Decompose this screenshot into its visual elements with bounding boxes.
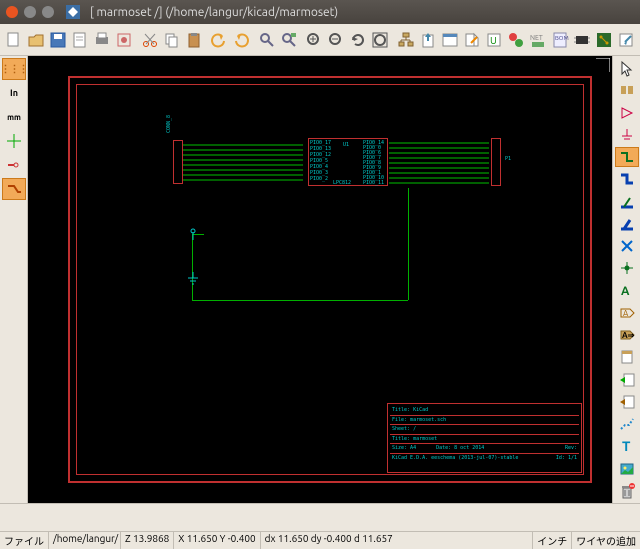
grid-toggle-icon[interactable]: ⋮⋮⋮ [2, 58, 26, 80]
status-mode: ワイヤの追加 [572, 532, 640, 549]
place-noconnect-icon[interactable] [615, 236, 639, 256]
place-junction-icon[interactable] [615, 258, 639, 278]
find-icon[interactable] [257, 28, 277, 52]
status-zoom: Z 13.9868 [121, 532, 174, 549]
svg-text:NET: NET [530, 34, 543, 42]
place-component-icon[interactable] [615, 103, 639, 123]
place-wire2bus-icon[interactable] [615, 192, 639, 212]
hidden-pins-icon[interactable] [2, 154, 26, 176]
place-power-icon[interactable] [615, 125, 639, 145]
units-mm-icon[interactable]: mm [2, 106, 26, 128]
wire [192, 240, 193, 272]
erc-icon[interactable] [506, 28, 526, 52]
chip-name: LPC812 [333, 180, 351, 186]
cursor-icon[interactable] [615, 58, 639, 78]
pcbnew-icon[interactable] [594, 28, 614, 52]
titlebar: [ marmoset /] (/home/langur/kicad/marmos… [0, 0, 640, 24]
svg-text:A: A [621, 285, 630, 298]
message-panel [0, 503, 640, 531]
right-toolbar: A A A⇒ T [612, 56, 640, 503]
import-sheetpin-icon[interactable] [615, 370, 639, 390]
connector-right-label: P1 [505, 156, 511, 162]
open-icon[interactable] [26, 28, 46, 52]
svg-text:T: T [622, 438, 631, 454]
title-block: Title: KiCad File: marmoset.sch Sheet: /… [387, 403, 582, 473]
power-gnd-icon [186, 272, 200, 286]
place-hierlabel-icon[interactable]: A⇒ [615, 325, 639, 345]
place-sheetpin-icon[interactable] [615, 392, 639, 412]
print-icon[interactable] [92, 28, 112, 52]
schematic-component: CONN_8 U1 LPC812 PIO0_17 PIO0_13 PIO0_12… [173, 136, 523, 188]
find-replace-icon[interactable] [279, 28, 299, 52]
svg-text:A⇒: A⇒ [622, 331, 635, 340]
schematic-canvas[interactable]: CONN_8 U1 LPC812 PIO0_17 PIO0_13 PIO0_12… [28, 56, 612, 503]
paste-icon[interactable] [184, 28, 204, 52]
page-settings-icon[interactable] [70, 28, 90, 52]
connector-left-label: CONN_8 [166, 115, 172, 133]
netlist-icon[interactable]: NET [528, 28, 548, 52]
cursor-shape-icon[interactable] [2, 130, 26, 152]
status-file-label: ファイル [0, 532, 49, 549]
plot-icon[interactable] [114, 28, 134, 52]
bom-icon[interactable]: BOM [550, 28, 570, 52]
zoom-in-icon[interactable] [304, 28, 324, 52]
maximize-icon[interactable] [42, 6, 54, 18]
zoom-redraw-icon[interactable] [348, 28, 368, 52]
status-bar: ファイル /home/langur/ Z 13.9868 X 11.650 Y … [0, 531, 640, 549]
new-icon[interactable] [4, 28, 24, 52]
units-inch-icon[interactable]: In [2, 82, 26, 104]
place-globallabel-icon[interactable]: A [615, 303, 639, 323]
cvpcb-icon[interactable] [572, 28, 592, 52]
place-sheet-icon[interactable] [615, 347, 639, 367]
place-netlabel-icon[interactable]: A [615, 281, 639, 301]
highlight-net-icon[interactable] [615, 80, 639, 100]
wire [408, 188, 409, 300]
status-unit: インチ [533, 532, 572, 549]
power-vcc-icon [186, 228, 200, 240]
status-dxy: dx 11.650 dy -0.400 d 11.657 [261, 532, 534, 549]
svg-text:BOM: BOM [555, 35, 569, 42]
redo-icon[interactable] [231, 28, 251, 52]
copy-icon[interactable] [162, 28, 182, 52]
save-icon[interactable] [48, 28, 68, 52]
library-editor-icon[interactable] [462, 28, 482, 52]
svg-text:U: U [490, 35, 497, 46]
place-image-icon[interactable] [615, 459, 639, 479]
zoom-fit-icon[interactable] [370, 28, 390, 52]
delete-icon[interactable] [615, 481, 639, 501]
place-line-icon[interactable] [615, 414, 639, 434]
zoom-out-icon[interactable] [326, 28, 346, 52]
app-icon [66, 5, 80, 19]
library-browser-icon[interactable] [440, 28, 460, 52]
place-bus2bus-icon[interactable] [615, 214, 639, 234]
minimize-icon[interactable] [24, 6, 36, 18]
bus-direction-icon[interactable] [2, 178, 26, 200]
cut-icon[interactable] [140, 28, 160, 52]
close-icon[interactable] [6, 6, 18, 18]
left-toolbar: ⋮⋮⋮ In mm [0, 56, 28, 503]
place-wire-icon[interactable] [615, 147, 639, 167]
svg-text:A: A [623, 309, 629, 318]
window-title: [ marmoset /] (/home/langur/kicad/marmos… [90, 6, 338, 19]
chip-ref: U1 [343, 142, 349, 148]
leave-sheet-icon[interactable] [418, 28, 438, 52]
place-text-icon[interactable]: T [615, 436, 639, 456]
status-xy: X 11.650 Y -0.400 [174, 532, 260, 549]
place-bus-icon[interactable] [615, 169, 639, 189]
undo-icon[interactable] [209, 28, 229, 52]
annotate-icon[interactable]: U [484, 28, 504, 52]
wire [192, 300, 408, 301]
backannotate-icon[interactable] [616, 28, 636, 52]
hierarchy-icon[interactable] [396, 28, 416, 52]
status-file-path: /home/langur/ [49, 532, 121, 549]
workspace: ⋮⋮⋮ In mm CONN_8 [0, 56, 640, 503]
main-toolbar: U NET BOM [0, 24, 640, 56]
